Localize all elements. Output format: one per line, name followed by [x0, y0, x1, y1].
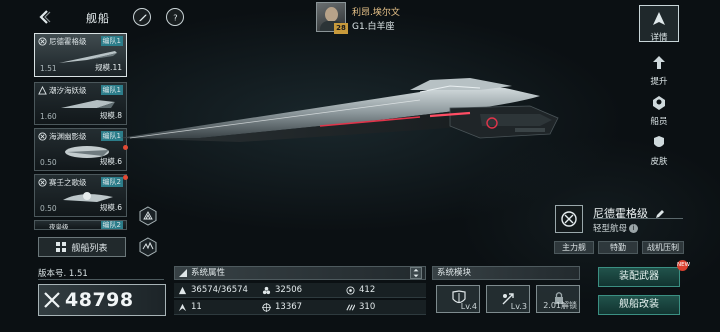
nav-skin[interactable]: 皮肤 — [639, 130, 679, 170]
fleet-filter-button[interactable] — [138, 206, 158, 226]
nav-details[interactable]: 详情 — [639, 5, 679, 43]
shield-icon — [346, 285, 355, 295]
nav-crew[interactable]: 船员 — [639, 90, 679, 130]
captain-location: G1.白羊座 — [352, 22, 395, 32]
attributes-icon — [179, 268, 187, 277]
ship-card-name: 夜枭级 — [49, 223, 69, 230]
ship-tag: 主力舰 — [554, 241, 594, 254]
fleet-badge: 编队2 — [100, 221, 123, 229]
crew-icon — [653, 96, 665, 110]
crossed-swords-icon — [44, 292, 60, 308]
ship-card-scale: 规模.6 — [99, 157, 122, 166]
ship-model — [120, 78, 559, 142]
ship-class-icon — [38, 37, 47, 46]
ship-card-name: 潮汐海妖级 — [49, 86, 87, 95]
ship-list-button[interactable]: 舰船列表 — [38, 237, 126, 257]
captain-level: 28 — [334, 23, 348, 34]
ship-card-name: 赛壬之歌级 — [49, 178, 87, 187]
fleet-badge: 编队2 — [100, 177, 123, 187]
ship-card-value: 0.50 — [40, 158, 57, 167]
ship-card[interactable]: 尼德霍格级 编队1 1.51 规模.11 — [34, 33, 127, 77]
upgrade-icon — [653, 56, 665, 69]
fleet-badge: 编队1 — [100, 36, 123, 46]
ship-class-emblem-icon — [561, 211, 577, 227]
ship-card-name: 海渊幽影级 — [49, 132, 87, 141]
ship-card-value: 0.50 — [40, 204, 57, 213]
ship-name-divider — [593, 218, 683, 219]
help-button[interactable]: ? — [166, 8, 184, 26]
ship-card[interactable]: 潮汐海妖级 编队1 1.60 规模.8 — [34, 82, 127, 125]
combat-power: 48798 — [38, 284, 166, 316]
ship-class-icon — [38, 132, 47, 141]
combat-power-value: 48798 — [65, 289, 134, 311]
ship-card-scale: 规模.8 — [99, 111, 122, 120]
equip-weapons-button[interactable]: 装配武器 — [598, 267, 680, 287]
detail-icon — [653, 12, 665, 25]
ship-tag: 特勤 — [598, 241, 638, 254]
speed-icon — [178, 303, 187, 311]
stats-button[interactable] — [138, 237, 158, 257]
ship-card-scale: 规模.6 — [99, 203, 122, 212]
back-button[interactable] — [36, 8, 54, 26]
nav-upgrade[interactable]: 提升 — [639, 50, 679, 90]
version-label: 版本号. 1.51 — [38, 267, 164, 280]
ship-card[interactable]: 赛壬之歌级 编队2 0.50 规模.6 — [34, 174, 127, 217]
attr-speed: 11 — [174, 300, 258, 315]
ship-class-icon — [38, 178, 47, 187]
ship-modify-button[interactable]: 舰船改装 — [598, 295, 680, 315]
back-chevron-icon — [39, 10, 51, 24]
system-attributes-header: 系统属性 — [174, 266, 426, 280]
ship-card-value: 1.51 — [40, 64, 57, 73]
alert-dot — [123, 175, 128, 180]
ship-class-icon — [38, 86, 47, 95]
feather-icon — [138, 13, 146, 21]
attributes-expand-button[interactable] — [410, 267, 422, 279]
ship-card-name: 尼德霍格级 — [49, 37, 87, 46]
ship-card[interactable]: 夜枭级 编队2 — [34, 220, 127, 230]
ship-type: 轻型航母 i — [593, 222, 639, 234]
ship-card-scale: 规模.11 — [95, 63, 122, 72]
info-icon[interactable]: i — [629, 224, 639, 233]
module-slot[interactable]: Lv.3 — [486, 285, 530, 313]
captain-name: 利昂.埃尔文 — [352, 8, 400, 18]
help-icon: ? — [173, 12, 177, 22]
ship-card[interactable]: 海渊幽影级 编队1 0.50 规模.6 — [34, 128, 127, 171]
ship-card-value: 1.60 — [40, 112, 57, 121]
hull-icon — [178, 286, 187, 294]
attr-firepower: 13367 — [258, 300, 342, 315]
ship-list-label: 舰船列表 — [71, 243, 108, 254]
sort-arrows-icon — [413, 268, 419, 278]
ship-emblem — [555, 205, 583, 233]
armor-icon — [262, 286, 271, 294]
page-title: 舰船 — [86, 12, 110, 25]
system-modules-header: 系统模块 — [432, 266, 580, 280]
energy-icon — [346, 304, 355, 310]
attr-armor: 32506 — [258, 283, 342, 298]
svg-text:?: ? — [173, 12, 177, 22]
grid-icon — [56, 242, 67, 252]
attr-energy: 310 — [342, 300, 426, 315]
new-badge: NEW — [677, 260, 690, 271]
module-slot[interactable]: 2.01解锁 — [536, 285, 580, 313]
feather-button[interactable] — [133, 8, 151, 26]
module-slot[interactable]: Lv.4 — [436, 285, 480, 313]
attr-shield: 412 — [342, 283, 426, 298]
skin-icon — [654, 136, 664, 147]
target-icon — [262, 302, 271, 312]
attr-hull: 36574/36574 — [174, 283, 258, 298]
ship-tag: 战机压制 — [642, 241, 684, 254]
